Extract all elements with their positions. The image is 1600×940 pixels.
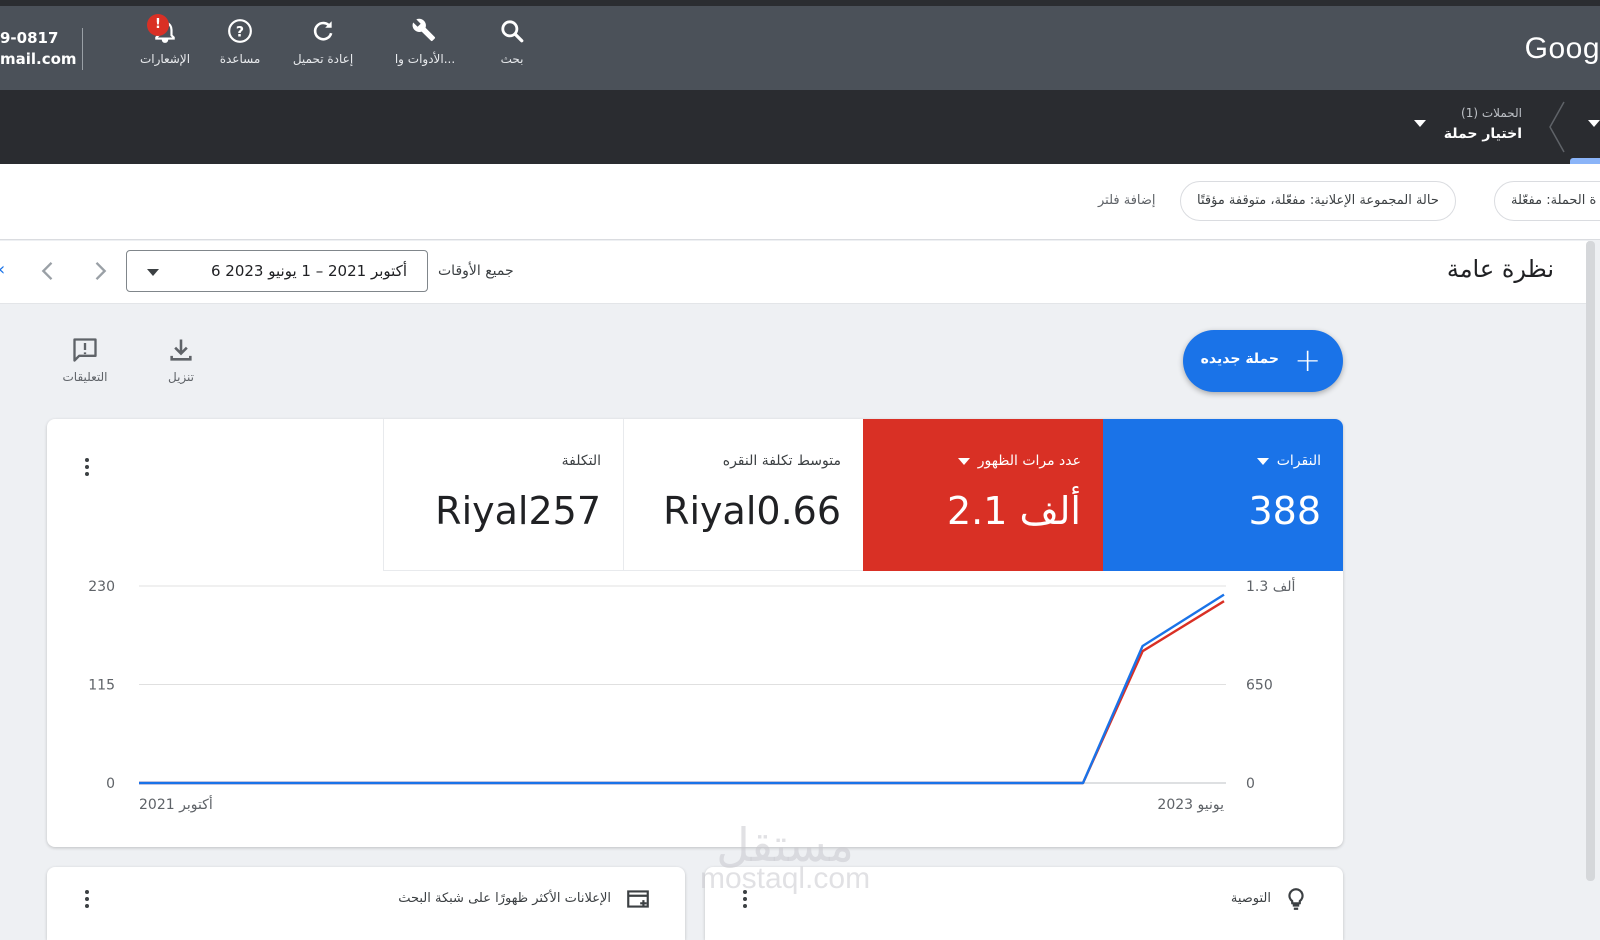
chevron-down-icon[interactable]	[1256, 457, 1269, 465]
tools-label: الأدوات وا...	[394, 52, 456, 66]
overview-header: ‹ 6 أكتوبر 2021 – 1 يونيو 2023 جميع الأو…	[0, 241, 1588, 304]
x-tick-label: يونيو 2023	[1157, 797, 1224, 813]
select-campaign-dropdown[interactable]: اختيار حملة	[1444, 126, 1522, 142]
account-id: 9-0817	[0, 29, 59, 47]
performance-card: النقرات 388 عدد مرات الظهور 2.1 ألف متوس…	[47, 419, 1343, 847]
y-left-tick-label: 115	[88, 678, 115, 694]
metric-avg-cpc-label: متوسط تكلفة النقره	[722, 453, 841, 469]
reload-button[interactable]: إعادة تحميل	[278, 18, 368, 66]
ad-window-icon	[627, 890, 649, 908]
date-range-text: 6 أكتوبر 2021 – 1 يونيو 2023	[210, 262, 407, 280]
feedback-icon	[73, 338, 97, 362]
help-button[interactable]: ? مساعدة	[195, 18, 285, 66]
search-label: بحث	[500, 52, 524, 66]
download-button[interactable]: تنزيل	[146, 336, 216, 384]
top-search-ads-title: الإعلانات الأكثر ظهورًا على شبكة البحث	[398, 891, 611, 906]
search-icon	[501, 20, 524, 43]
filter-bar: ة الحملة: مفعّلة حالة المجموعة الإعلانية…	[0, 164, 1600, 240]
metric-impressions-label-text: عدد مرات الظهور	[977, 453, 1081, 469]
add-filter-link[interactable]: إضافة فلتر	[1098, 193, 1156, 208]
metric-avg-cpc[interactable]: متوسط تكلفة النقره Riyal0.66	[623, 419, 863, 571]
lightbulb-icon	[1288, 888, 1304, 910]
campaign-dropdown-caret[interactable]	[1414, 120, 1426, 127]
reload-label: إعادة تحميل	[292, 52, 354, 66]
metric-cost[interactable]: التكلفة Riyal257	[383, 419, 623, 571]
chevron-left-icon	[1549, 101, 1565, 153]
top-app-bar: 9-0817 mail.com ! الإشعارات ? مساعدة إعا…	[0, 6, 1600, 90]
y-left-tick-label: 230	[88, 579, 115, 595]
scrollbar[interactable]	[1586, 241, 1595, 881]
download-icon	[170, 339, 192, 361]
date-range-picker[interactable]: 6 أكتوبر 2021 – 1 يونيو 2023	[126, 250, 428, 292]
more-vert-icon[interactable]	[75, 887, 99, 911]
x-tick-label: أكتوبر 2021	[139, 795, 213, 813]
wrench-icon	[412, 18, 436, 42]
metric-clicks[interactable]: النقرات 388	[1103, 419, 1343, 571]
google-logo: Goog	[1524, 32, 1600, 65]
account-email: mail.com	[0, 50, 77, 68]
more-vert-icon[interactable]	[75, 455, 99, 479]
series-line-clicks	[139, 593, 1225, 785]
search-button[interactable]: بحث	[467, 18, 557, 66]
metric-clicks-label-text: النقرات	[1276, 453, 1321, 469]
plus-icon: +	[1294, 341, 1321, 379]
download-label: تنزيل	[167, 370, 194, 384]
campaign-bar: الحملات (1) اختيار حملة	[0, 90, 1600, 164]
recommendation-title: التوصية	[1230, 891, 1271, 906]
metric-avg-cpc-value: Riyal0.66	[663, 489, 841, 533]
notifications-label: الإشعارات	[139, 52, 191, 66]
account-divider	[82, 28, 83, 70]
metric-clicks-label: النقرات	[1247, 453, 1321, 469]
y-right-tick-label: 650	[1246, 678, 1273, 694]
y-right-tick-label: 0	[1246, 776, 1255, 792]
metric-cost-value: Riyal257	[435, 489, 601, 533]
metric-clicks-value: 388	[1248, 489, 1321, 533]
notification-badge: !	[147, 14, 169, 36]
metric-impressions-label: عدد مرات الظهور	[948, 453, 1081, 469]
refresh-icon	[313, 21, 333, 41]
performance-line-chart: 230 1.3 ألف 115 650 0 0 أكتوبر 2021 يونيو 2023	[88, 577, 1295, 813]
series-line-impressions	[139, 600, 1225, 785]
edge-arrow-icon[interactable]: ‹	[0, 259, 5, 280]
page-title: نظرة عامة	[1446, 255, 1554, 283]
help-label: مساعدة	[219, 52, 261, 66]
feedback-button[interactable]: التعليقات	[50, 336, 120, 384]
svg-text:?: ?	[236, 24, 244, 40]
chevron-left-icon[interactable]	[34, 257, 62, 285]
metric-cost-label: التكلفة	[561, 453, 601, 469]
chevron-down-icon[interactable]	[957, 457, 970, 465]
metric-impressions[interactable]: عدد مرات الظهور 2.1 ألف	[863, 419, 1103, 571]
help-icon: ?	[228, 19, 252, 43]
filter-chip-adgroup-status[interactable]: حالة المجموعة الإعلانية: مفعّلة، متوقفة …	[1180, 181, 1456, 221]
new-campaign-button[interactable]: + حملة جديده	[1183, 330, 1343, 392]
metric-impressions-value: 2.1 ألف	[947, 489, 1081, 533]
tools-button[interactable]: الأدوات وا...	[380, 18, 470, 66]
y-right-tick-label: 1.3 ألف	[1246, 577, 1295, 595]
account-info[interactable]: 9-0817 mail.com	[0, 28, 77, 70]
chevron-right-icon[interactable]	[86, 257, 114, 285]
filter-chip-campaign-status[interactable]: ة الحملة: مفعّلة	[1494, 181, 1600, 221]
recommendation-card: التوصية	[705, 867, 1343, 940]
account-dropdown-caret[interactable]	[1588, 120, 1600, 127]
feedback-label: التعليقات	[62, 370, 108, 384]
all-time-label: جميع الأوقات	[438, 263, 514, 279]
new-campaign-label: حملة جديده	[1200, 351, 1279, 367]
top-search-ads-card: الإعلانات الأكثر ظهورًا على شبكة البحث	[47, 867, 685, 940]
campaigns-count-label: الحملات (1)	[1461, 106, 1522, 120]
more-vert-icon[interactable]	[733, 887, 757, 911]
date-dropdown-caret	[147, 269, 159, 276]
y-left-tick-label: 0	[106, 776, 115, 792]
